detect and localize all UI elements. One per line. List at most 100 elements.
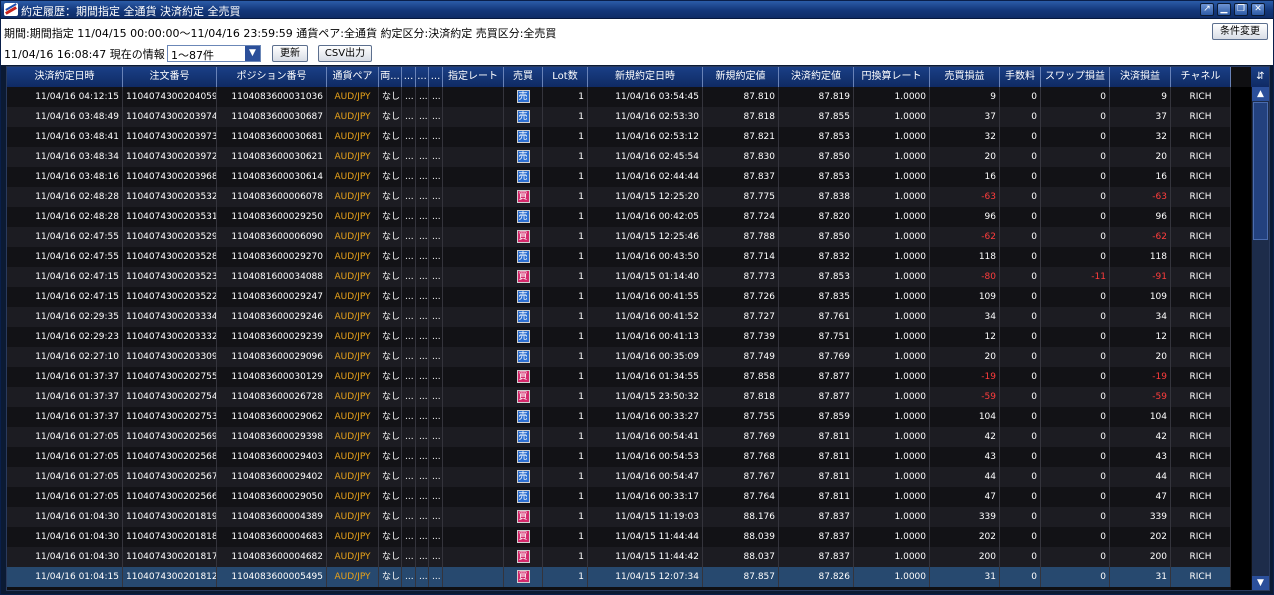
column-settings-icon[interactable]: ⇵ [1251,67,1269,87]
side-cell: 売 [504,147,543,167]
column-header[interactable]: 決済約定値 [779,67,854,87]
column-header[interactable]: 注文番号 [123,67,217,87]
column-header[interactable]: 新規約定日時 [588,67,703,87]
close-datetime-cell: 11/04/16 01:04:30 [7,507,123,527]
table-row[interactable]: 11/04/16 01:04:30 1104074300201817 1104083… [7,547,1231,567]
table-row[interactable]: 11/04/16 03:48:16 1104074300203968 1104083… [7,167,1231,187]
side-cell: 売 [504,87,543,107]
minimize-icon[interactable]: ▁ [1217,3,1231,16]
extra-col-1-cell: ... [402,87,416,107]
sell-badge: 売 [516,470,530,483]
position-number-cell: 1104083600029398 [217,427,327,447]
restore-icon[interactable]: ↗ [1200,3,1214,16]
net-pl-cell: 200 [1110,547,1171,567]
close-price-cell: 87.820 [779,207,854,227]
table-row[interactable]: 11/04/16 03:48:41 1104074300203973 1104083… [7,127,1231,147]
table-row[interactable]: 11/04/16 03:48:34 1104074300203972 1104083… [7,147,1231,167]
column-header[interactable]: ... [402,67,416,87]
yen-rate-cell: 1.0000 [854,147,930,167]
table-row[interactable]: 11/04/16 01:04:30 1104074300201819 1104083… [7,507,1231,527]
column-header[interactable]: 売買 [504,67,543,87]
channel-cell: RICH [1171,147,1231,167]
vertical-scrollbar[interactable]: ▲ ▼ [1252,87,1269,590]
column-header[interactable]: 円換算レート [854,67,930,87]
table-row[interactable]: 11/04/16 04:12:15 1104074300204059 1104083… [7,87,1231,107]
open-price-cell: 87.775 [703,187,779,207]
scroll-down-icon[interactable]: ▼ [1252,576,1269,590]
column-header[interactable]: ... [416,67,429,87]
channel-cell: RICH [1171,307,1231,327]
order-number-cell: 1104074300201818 [123,527,217,547]
hedge-cell: なし [379,447,402,467]
currency-pair-cell: AUD/JPY [327,547,379,567]
currency-pair-cell: AUD/JPY [327,147,379,167]
csv-export-button[interactable]: CSV出力 [318,45,372,62]
table-row[interactable]: 11/04/16 03:48:49 1104074300203974 1104083… [7,107,1231,127]
table-row[interactable]: 11/04/16 02:48:28 1104074300203532 1104083… [7,187,1231,207]
column-header[interactable]: 手数料 [1000,67,1041,87]
close-price-cell: 87.811 [779,447,854,467]
open-datetime-cell: 11/04/16 00:54:41 [588,427,703,447]
column-header[interactable]: 指定レート [443,67,504,87]
column-header[interactable]: ポジション番号 [217,67,327,87]
column-header[interactable]: 売買損益 [930,67,1000,87]
table-row[interactable]: 11/04/16 01:27:05 1104074300202567 1104083… [7,467,1231,487]
column-header[interactable]: 決済約定日時 [7,67,123,87]
table-row[interactable]: 11/04/16 02:29:35 1104074300203334 1104083… [7,307,1231,327]
table-row[interactable]: 11/04/16 02:27:10 1104074300203309 1104083… [7,347,1231,367]
title-bar[interactable]: 約定履歴：期間指定 全通貨 決済約定 全売買 ↗ ▁ ❐ ✕ [1,1,1273,19]
table-row[interactable]: 11/04/16 01:37:37 1104074300202753 1104083… [7,407,1231,427]
currency-pair-cell: AUD/JPY [327,167,379,187]
table-row[interactable]: 11/04/16 01:27:05 1104074300202566 1104083… [7,487,1231,507]
table-row[interactable]: 11/04/16 01:27:05 1104074300202569 1104083… [7,427,1231,447]
column-header[interactable]: Lot数 [543,67,588,87]
table-row[interactable]: 11/04/16 01:04:15 1104074300201812 1104083… [7,567,1231,587]
table-row[interactable]: 11/04/16 02:48:28 1104074300203531 1104083… [7,207,1231,227]
hedge-cell: なし [379,287,402,307]
lot-cell: 1 [543,267,588,287]
close-datetime-cell: 11/04/16 01:27:05 [7,487,123,507]
column-header[interactable]: スワップ損益 [1041,67,1110,87]
extra-col-3-cell: ... [429,347,443,367]
column-header[interactable]: 決済損益 [1110,67,1171,87]
table-row[interactable]: 11/04/16 02:47:55 1104074300203528 1104083… [7,247,1231,267]
net-pl-cell: -91 [1110,267,1171,287]
maximize-icon[interactable]: ❐ [1234,3,1248,16]
open-datetime-cell: 11/04/15 01:14:40 [588,267,703,287]
fee-cell: 0 [1000,107,1041,127]
column-header[interactable]: 新規約定値 [703,67,779,87]
yen-rate-cell: 1.0000 [854,367,930,387]
table-row[interactable]: 11/04/16 01:37:37 1104074300202755 1104083… [7,367,1231,387]
page-range-select[interactable]: 1〜87件 ▼ [167,45,261,62]
table-row[interactable]: 11/04/16 02:29:23 1104074300203332 1104083… [7,327,1231,347]
table-row[interactable]: 11/04/16 02:47:15 1104074300203523 1104081… [7,267,1231,287]
extra-col-3-cell: ... [429,167,443,187]
scroll-up-icon[interactable]: ▲ [1252,87,1269,101]
currency-pair-cell: AUD/JPY [327,447,379,467]
column-header[interactable]: 両... [379,67,402,87]
yen-rate-cell: 1.0000 [854,347,930,367]
chevron-down-icon[interactable]: ▼ [245,46,260,61]
table-row[interactable]: 11/04/16 01:04:30 1104074300201818 1104083… [7,527,1231,547]
close-datetime-cell: 11/04/16 02:47:15 [7,267,123,287]
column-header[interactable]: ... [429,67,443,87]
table-row[interactable]: 11/04/16 02:47:55 1104074300203529 1104083… [7,227,1231,247]
table-row[interactable]: 11/04/16 02:47:15 1104074300203522 1104083… [7,287,1231,307]
table-row[interactable]: 11/04/16 01:37:37 1104074300202754 1104083… [7,387,1231,407]
close-icon[interactable]: ✕ [1251,3,1265,16]
update-button[interactable]: 更新 [272,45,308,62]
swap-pl-cell: 0 [1041,327,1110,347]
table-row[interactable]: 11/04/16 01:27:05 1104074300202568 1104083… [7,447,1231,467]
order-number-cell: 1104074300203332 [123,327,217,347]
specified-rate-cell [443,547,504,567]
column-header[interactable]: チャネル [1171,67,1231,87]
fee-cell: 0 [1000,347,1041,367]
scroll-thumb[interactable] [1253,102,1268,240]
lot-cell: 1 [543,447,588,467]
lot-cell: 1 [543,487,588,507]
currency-pair-cell: AUD/JPY [327,507,379,527]
channel-cell: RICH [1171,447,1231,467]
column-header[interactable]: 通貨ペア [327,67,379,87]
change-condition-button[interactable]: 条件変更 [1212,23,1268,40]
close-datetime-cell: 11/04/16 01:04:30 [7,527,123,547]
